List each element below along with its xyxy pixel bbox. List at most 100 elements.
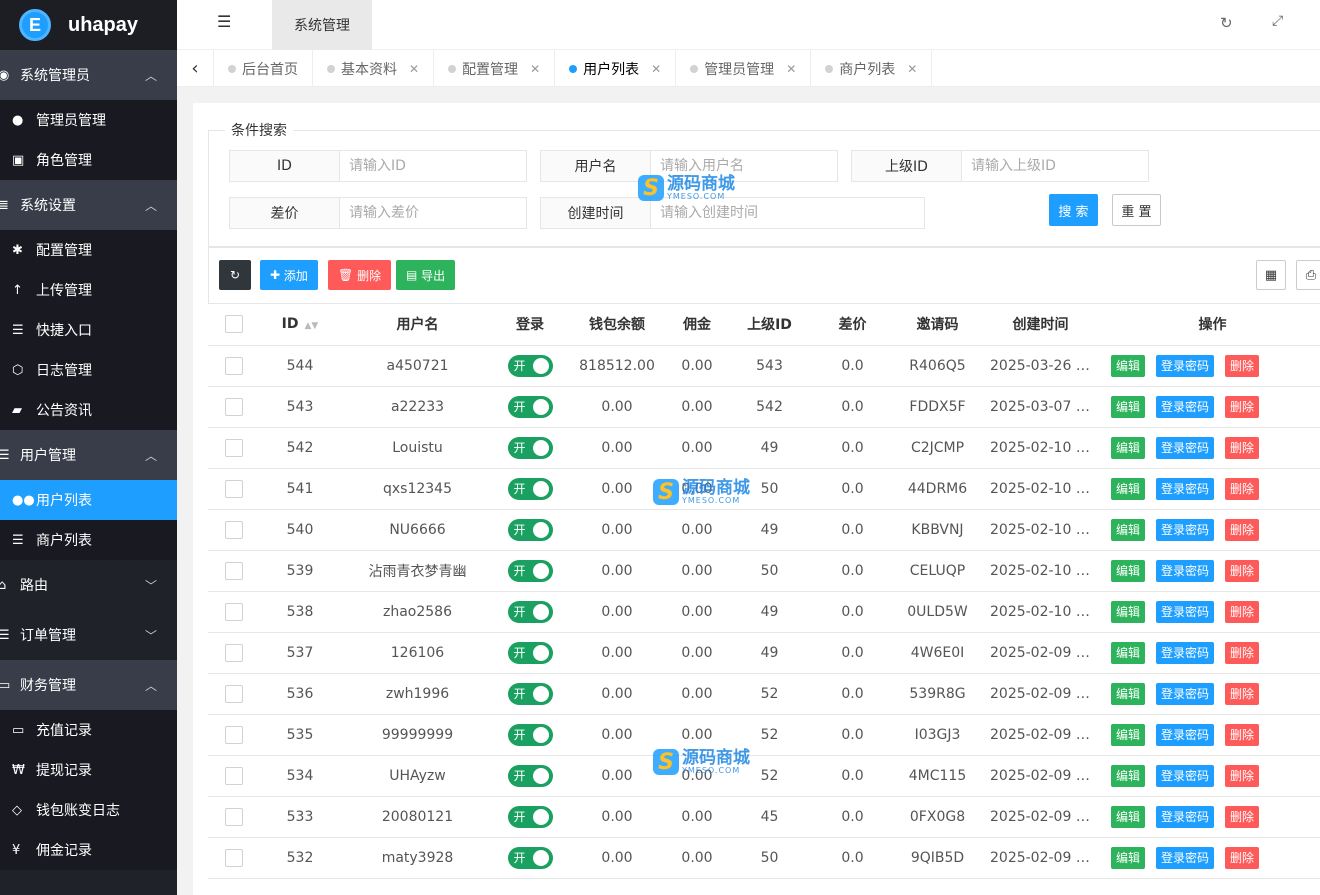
login-toggle[interactable]: 开	[507, 805, 553, 828]
row-checkbox[interactable]	[225, 561, 243, 580]
edit-button[interactable]: 编辑	[1111, 723, 1146, 746]
login-password-button[interactable]: 登录密码	[1156, 518, 1215, 541]
row-checkbox[interactable]	[225, 807, 243, 826]
sidebar-group[interactable]: ⌂ 路由 ﹀	[0, 560, 177, 610]
row-delete-button[interactable]: 删除	[1225, 518, 1260, 541]
row-delete-button[interactable]: 删除	[1225, 436, 1260, 459]
page-tab[interactable]: 后台首页	[214, 50, 313, 87]
login-password-button[interactable]: 登录密码	[1156, 764, 1215, 787]
login-password-button[interactable]: 登录密码	[1156, 559, 1215, 582]
edit-button[interactable]: 编辑	[1111, 805, 1146, 828]
page-tab[interactable]: 管理员管理 ✕	[676, 50, 812, 87]
search-button[interactable]: 搜 索	[1049, 194, 1098, 226]
columns-filter-button[interactable]: ▦	[1256, 260, 1286, 290]
row-select-cell[interactable]	[208, 837, 260, 879]
row-delete-button[interactable]: 删除	[1225, 600, 1260, 623]
edit-button[interactable]: 编辑	[1111, 559, 1146, 582]
edit-button[interactable]: 编辑	[1111, 395, 1146, 418]
edit-button[interactable]: 编辑	[1111, 846, 1146, 869]
close-icon[interactable]: ✕	[530, 62, 540, 76]
login-toggle[interactable]: 开	[507, 518, 553, 541]
row-checkbox[interactable]	[225, 356, 243, 375]
close-icon[interactable]: ✕	[651, 62, 661, 76]
row-delete-button[interactable]: 删除	[1225, 354, 1260, 377]
login-toggle[interactable]: 开	[507, 846, 553, 869]
edit-button[interactable]: 编辑	[1111, 436, 1146, 459]
sidebar-item[interactable]: ☰ 商户列表	[0, 520, 177, 560]
edit-button[interactable]: 编辑	[1111, 477, 1146, 500]
row-delete-button[interactable]: 删除	[1225, 846, 1260, 869]
login-password-button[interactable]: 登录密码	[1156, 395, 1215, 418]
row-delete-button[interactable]: 删除	[1225, 764, 1260, 787]
login-toggle[interactable]: 开	[507, 723, 553, 746]
row-select-cell[interactable]	[208, 386, 260, 428]
close-icon[interactable]: ✕	[786, 62, 796, 76]
login-password-button[interactable]: 登录密码	[1156, 805, 1215, 828]
edit-button[interactable]: 编辑	[1111, 682, 1146, 705]
login-toggle[interactable]: 开	[507, 354, 553, 377]
menu-toggle-icon[interactable]: ☰	[217, 12, 231, 31]
row-delete-button[interactable]: 删除	[1225, 641, 1260, 664]
login-toggle[interactable]: 开	[507, 436, 553, 459]
row-checkbox[interactable]	[225, 479, 243, 498]
sidebar-group[interactable]: ▭ 财务管理 ︿	[0, 660, 177, 710]
row-select-cell[interactable]	[208, 550, 260, 592]
edit-button[interactable]: 编辑	[1111, 764, 1146, 787]
row-checkbox[interactable]	[225, 520, 243, 539]
parent-id-input[interactable]	[962, 151, 1148, 181]
row-checkbox[interactable]	[225, 725, 243, 744]
sidebar-item[interactable]: ▰ 公告资讯	[0, 390, 177, 430]
login-password-button[interactable]: 登录密码	[1156, 641, 1215, 664]
row-select-cell[interactable]	[208, 591, 260, 633]
sidebar-item[interactable]: ☰ 快捷入口	[0, 310, 177, 350]
col-id[interactable]: ID ▲▼	[260, 304, 340, 346]
sidebar-group[interactable]: ≣ 系统设置 ︿	[0, 180, 177, 230]
refresh-table-button[interactable]: ↻	[219, 260, 251, 290]
login-toggle[interactable]: 开	[507, 641, 553, 664]
row-delete-button[interactable]: 删除	[1225, 805, 1260, 828]
edit-button[interactable]: 编辑	[1111, 600, 1146, 623]
page-tab[interactable]: 配置管理 ✕	[434, 50, 556, 87]
row-select-cell[interactable]	[208, 468, 260, 510]
row-checkbox[interactable]	[225, 643, 243, 662]
row-checkbox[interactable]	[225, 438, 243, 457]
row-select-cell[interactable]	[208, 632, 260, 674]
login-toggle[interactable]: 开	[507, 395, 553, 418]
edit-button[interactable]: 编辑	[1111, 641, 1146, 664]
add-button[interactable]: ✚ 添加	[260, 260, 318, 290]
login-toggle[interactable]: 开	[507, 764, 553, 787]
tab-system-management[interactable]: 系统管理	[272, 0, 372, 50]
export-button[interactable]: ▤ 导出	[396, 260, 456, 290]
tabs-back-icon[interactable]: ‹	[177, 50, 214, 87]
sidebar-item[interactable]: ↑ 上传管理	[0, 270, 177, 310]
sidebar-item[interactable]: ✱ 配置管理	[0, 230, 177, 270]
edit-button[interactable]: 编辑	[1111, 354, 1146, 377]
sidebar-group[interactable]: ◉ 系统管理员 ︿	[0, 50, 177, 100]
price-diff-input[interactable]	[340, 198, 526, 228]
login-password-button[interactable]: 登录密码	[1156, 682, 1215, 705]
row-select-cell[interactable]	[208, 509, 260, 551]
sidebar-item[interactable]: ◇ 钱包账变日志	[0, 790, 177, 830]
row-delete-button[interactable]: 删除	[1225, 559, 1260, 582]
row-select-cell[interactable]	[208, 673, 260, 715]
close-icon[interactable]: ✕	[907, 62, 917, 76]
page-tab[interactable]: 基本资料 ✕	[313, 50, 435, 87]
sidebar-item[interactable]: ● 管理员管理	[0, 100, 177, 140]
row-delete-button[interactable]: 删除	[1225, 682, 1260, 705]
sidebar-item[interactable]: ¥ 佣金记录	[0, 830, 177, 870]
row-select-cell[interactable]	[208, 714, 260, 756]
login-toggle[interactable]: 开	[507, 682, 553, 705]
page-tab[interactable]: 商户列表 ✕	[811, 50, 933, 87]
login-toggle[interactable]: 开	[507, 559, 553, 582]
sidebar-item[interactable]: ⬡ 日志管理	[0, 350, 177, 390]
row-select-cell[interactable]	[208, 796, 260, 838]
reset-button[interactable]: 重 置	[1112, 194, 1161, 226]
print-button[interactable]: ⎙	[1296, 260, 1320, 290]
login-password-button[interactable]: 登录密码	[1156, 436, 1215, 459]
edit-button[interactable]: 编辑	[1111, 518, 1146, 541]
row-delete-button[interactable]: 删除	[1225, 477, 1260, 500]
row-select-cell[interactable]	[208, 345, 260, 387]
delete-button[interactable]: 🗑 删除	[328, 260, 392, 290]
created-input[interactable]	[651, 198, 924, 228]
fullscreen-icon[interactable]: ⤢	[1272, 13, 1283, 29]
